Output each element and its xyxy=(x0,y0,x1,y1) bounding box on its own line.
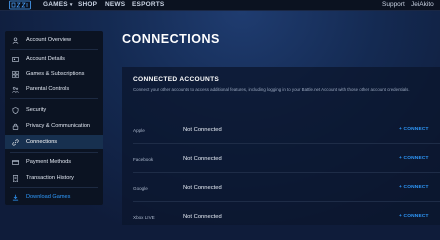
grid-icon xyxy=(11,70,19,78)
sidebar-item-download-games[interactable]: Download Games xyxy=(5,190,103,204)
connection-name: Google xyxy=(133,186,148,191)
sidebar-item-label: Payment Methods xyxy=(26,159,72,165)
connect-apple-button[interactable]: + CONNECT xyxy=(399,127,429,132)
sidebar-item-label: Download Games xyxy=(26,194,71,200)
page-title: CONNECTIONS xyxy=(122,32,220,46)
sidebar-item-label: Account Details xyxy=(26,56,65,62)
nav-user-account[interactable]: JeiAkito xyxy=(411,1,434,8)
nav-shop[interactable]: SHOP xyxy=(78,1,97,8)
sidebar-item-transaction-history[interactable]: Transaction History xyxy=(5,171,103,185)
credit-card-icon xyxy=(11,158,19,166)
connection-name: Apple xyxy=(133,128,145,133)
download-icon xyxy=(11,193,19,201)
nav-games-label: GAMES xyxy=(43,1,68,8)
connection-row-google: Google Not Connected + CONNECT xyxy=(133,182,440,196)
sidebar-item-label: Games & Subscriptions xyxy=(26,71,85,77)
nav-esports[interactable]: ESPORTS xyxy=(132,1,164,8)
connect-google-button[interactable]: + CONNECT xyxy=(399,185,429,190)
nav-support[interactable]: Support xyxy=(382,1,405,8)
sidebar-item-label: Privacy & Communication xyxy=(26,123,91,129)
sidebar-divider xyxy=(10,49,98,50)
receipt-icon xyxy=(11,174,19,182)
sidebar-item-payment-methods[interactable]: Payment Methods xyxy=(5,155,103,169)
connection-status: Not Connected xyxy=(183,127,222,133)
blizzard-logo[interactable] xyxy=(9,0,31,10)
connect-facebook-button[interactable]: + CONNECT xyxy=(399,156,429,161)
link-icon xyxy=(11,138,19,146)
connection-row-apple: Apple Not Connected + CONNECT xyxy=(133,124,440,138)
sidebar-item-security[interactable]: Security xyxy=(5,103,103,117)
sidebar-item-label: Transaction History xyxy=(26,175,74,181)
sidebar-item-account-overview[interactable]: Account Overview xyxy=(5,33,103,47)
row-divider xyxy=(133,143,440,144)
connected-accounts-panel: CONNECTED ACCOUNTS Connect your other ac… xyxy=(122,67,440,225)
connection-status: Not Connected xyxy=(183,156,222,162)
sidebar-divider xyxy=(10,152,98,153)
connection-row-facebook: Facebook Not Connected + CONNECT xyxy=(133,153,440,167)
sidebar-item-label: Connections xyxy=(26,139,58,145)
shield-icon xyxy=(11,106,19,114)
sidebar-item-privacy-communication[interactable]: Privacy & Communication xyxy=(5,119,103,133)
connection-row-xbox-live: Xbox LIVE Not Connected + CONNECT xyxy=(133,211,440,225)
connection-status: Not Connected xyxy=(183,214,222,220)
connect-xbox-live-button[interactable]: + CONNECT xyxy=(399,214,429,219)
sidebar-item-connections[interactable]: Connections xyxy=(5,135,103,149)
top-navigation: GAMES ▾ SHOP NEWS ESPORTS Support JeiAkit… xyxy=(0,0,440,11)
sidebar-item-parental-controls[interactable]: Parental Controls xyxy=(5,82,103,96)
sidebar-item-label: Security xyxy=(26,107,47,113)
connection-status: Not Connected xyxy=(183,185,222,191)
family-icon xyxy=(11,85,19,93)
chevron-down-icon: ▾ xyxy=(69,2,73,8)
connected-accounts-title: CONNECTED ACCOUNTS xyxy=(133,76,220,83)
user-icon xyxy=(11,36,19,44)
nav-news[interactable]: NEWS xyxy=(105,1,125,8)
nav-games[interactable]: GAMES ▾ xyxy=(43,1,73,8)
sidebar-item-account-details[interactable]: Account Details xyxy=(5,52,103,66)
lock-icon xyxy=(11,122,19,130)
connection-name: Facebook xyxy=(133,157,154,162)
connected-accounts-description: Connect your other accounts to access ad… xyxy=(133,87,410,92)
row-divider xyxy=(133,172,440,173)
connection-name: Xbox LIVE xyxy=(133,215,155,220)
id-card-icon xyxy=(11,55,19,63)
sidebar-item-label: Parental Controls xyxy=(26,86,70,92)
sidebar-divider xyxy=(10,187,98,188)
account-sidebar: Account Overview Account Details Games &… xyxy=(5,31,103,205)
sidebar-item-games-subscriptions[interactable]: Games & Subscriptions xyxy=(5,67,103,81)
sidebar-divider xyxy=(10,98,98,99)
sidebar-item-label: Account Overview xyxy=(26,37,72,43)
row-divider xyxy=(133,201,440,202)
